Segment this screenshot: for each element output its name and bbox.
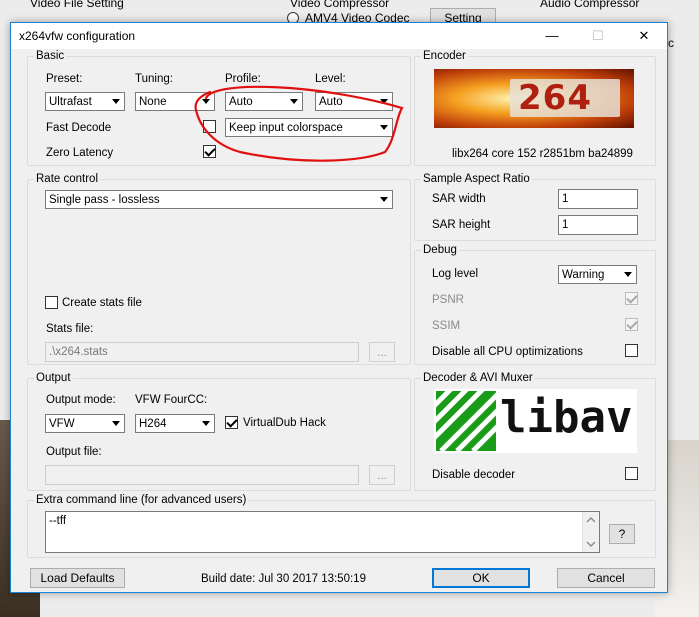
red-annotation-overlay xyxy=(194,85,404,162)
red-circle-annotation xyxy=(194,85,404,162)
